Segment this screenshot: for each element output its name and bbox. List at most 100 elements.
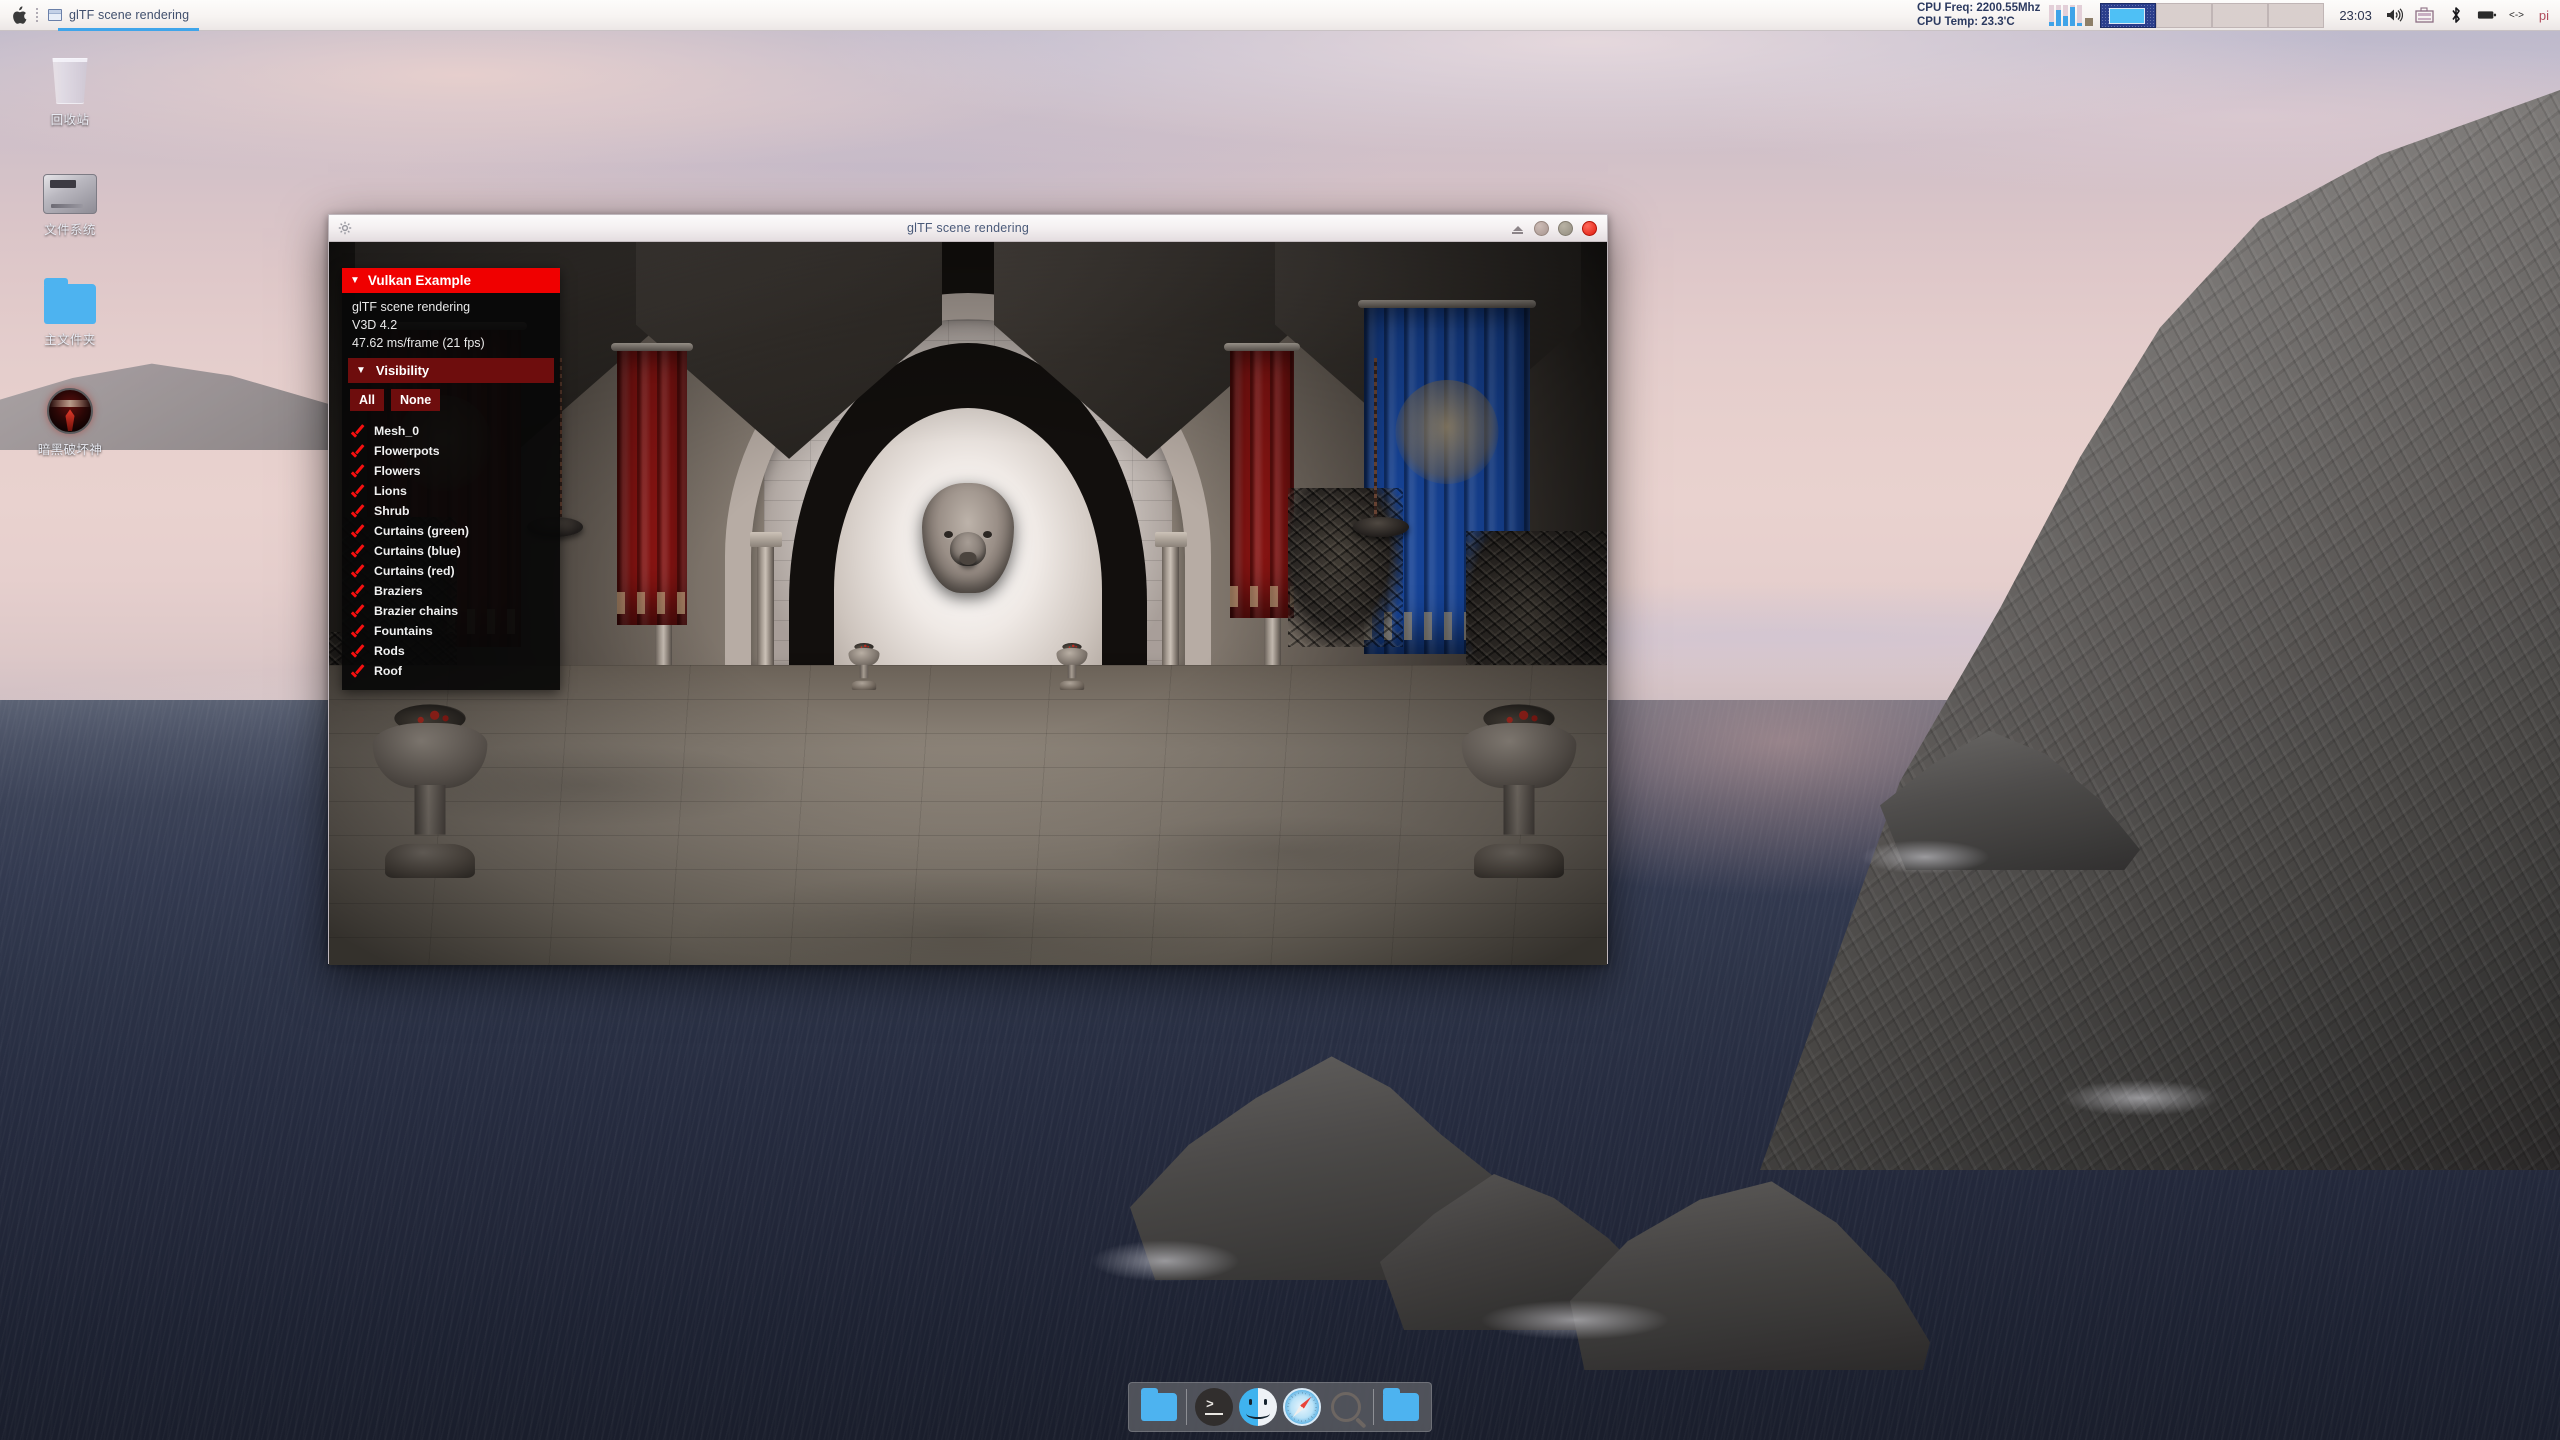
scene-shrub-right2: [1288, 488, 1403, 647]
gear-icon[interactable]: [337, 220, 353, 236]
workspace-pager[interactable]: [2100, 3, 2324, 28]
window-titlebar[interactable]: glTF scene rendering: [329, 215, 1607, 242]
workspace-1[interactable]: [2100, 3, 2156, 28]
scene-lion-relief: [922, 483, 1014, 593]
checkmark-icon[interactable]: [352, 586, 365, 597]
taskbar-window-label: glTF scene rendering: [69, 8, 189, 22]
dock-terminal[interactable]: >: [1192, 1386, 1236, 1428]
workspace-4[interactable]: [2268, 3, 2324, 28]
vulkan-panel-title: Vulkan Example: [368, 273, 471, 288]
visibility-item-flowerpots[interactable]: Flowerpots: [342, 441, 560, 461]
dock-finder[interactable]: [1236, 1386, 1280, 1428]
vulkan-overlay-panel[interactable]: ▼ Vulkan Example glTF scene rendering V3…: [342, 268, 560, 690]
scene-curtain-red-left2: [617, 350, 687, 625]
checkmark-icon[interactable]: [352, 666, 365, 677]
minimize-button[interactable]: [1534, 221, 1549, 236]
taskbar-active-indicator: [58, 28, 199, 31]
visibility-item-label: Curtains (blue): [374, 544, 461, 558]
visibility-item-rods[interactable]: Rods: [342, 641, 560, 661]
cpu-usage-graph[interactable]: [2045, 4, 2097, 26]
triangle-down-icon-visibility[interactable]: ▼: [356, 366, 366, 376]
finder-icon: [1239, 1388, 1277, 1426]
wallpaper-foam-d: [2060, 1080, 2220, 1116]
checkmark-icon[interactable]: [352, 426, 365, 437]
render-viewport[interactable]: ▼ Vulkan Example glTF scene rendering V3…: [329, 242, 1607, 965]
workspace-window-thumb: [2109, 8, 2145, 24]
checkmark-icon[interactable]: [352, 606, 365, 617]
taskbar-window-button[interactable]: glTF scene rendering: [42, 0, 199, 31]
wallpaper-foam-c: [1860, 840, 1990, 874]
visibility-item-curtains-green[interactable]: Curtains (green): [342, 521, 560, 541]
scene-flowerpot-front-right: [1462, 705, 1577, 879]
wallpaper-foam-b: [1480, 1300, 1670, 1340]
dock-search[interactable]: [1324, 1386, 1368, 1428]
bluetooth-icon[interactable]: [2446, 5, 2466, 25]
visibility-item-lions[interactable]: Lions: [342, 481, 560, 501]
select-none-button[interactable]: None: [391, 389, 440, 411]
close-button[interactable]: [1582, 221, 1597, 236]
visibility-item-brazier-chains[interactable]: Brazier chains: [342, 601, 560, 621]
dock-folder-right[interactable]: [1379, 1386, 1423, 1428]
svg-text:<->: <->: [2509, 10, 2524, 21]
checkmark-icon[interactable]: [352, 446, 365, 457]
diablo-icon: [18, 378, 122, 434]
maximize-button[interactable]: [1558, 221, 1573, 236]
checkmark-icon[interactable]: [352, 466, 365, 477]
visibility-item-curtains-red[interactable]: Curtains (red): [342, 561, 560, 581]
visibility-item-label: Flowers: [374, 464, 420, 478]
checkmark-icon[interactable]: [352, 626, 365, 637]
volume-icon[interactable]: [2384, 5, 2404, 25]
visibility-item-label: Brazier chains: [374, 604, 458, 618]
cpu-temp-label: CPU Temp: 23.3'C: [1917, 15, 2040, 29]
checkmark-icon[interactable]: [352, 546, 365, 557]
dock: >: [1128, 1382, 1432, 1432]
visibility-item-label: Curtains (red): [374, 564, 455, 578]
visibility-item-shrub[interactable]: Shrub: [342, 501, 560, 521]
tray-pin-icon: [2085, 18, 2093, 26]
dock-separator-left: [1186, 1389, 1187, 1425]
select-all-button[interactable]: All: [350, 389, 384, 411]
checkmark-icon[interactable]: [352, 486, 365, 497]
trash-icon: [18, 48, 122, 104]
desktop-icon-home[interactable]: 主文件夹: [18, 268, 122, 348]
application-window[interactable]: glTF scene rendering: [328, 214, 1608, 964]
scene-floor-shading: [329, 665, 1607, 965]
folder-icon: [1383, 1393, 1419, 1421]
checkmark-icon[interactable]: [352, 526, 365, 537]
shade-button[interactable]: [1510, 221, 1525, 236]
checkmark-icon[interactable]: [352, 566, 365, 577]
visibility-item-curtains-blue[interactable]: Curtains (blue): [342, 541, 560, 561]
cpu-freq-label: CPU Freq: 2200.55Mhz: [1917, 1, 2040, 15]
vulkan-panel-header[interactable]: ▼ Vulkan Example: [342, 268, 560, 293]
checkmark-icon[interactable]: [352, 646, 365, 657]
visibility-item-label: Braziers: [374, 584, 423, 598]
window-controls: [1510, 221, 1607, 236]
visibility-item-braziers[interactable]: Braziers: [342, 581, 560, 601]
visibility-item-label: Lions: [374, 484, 407, 498]
triangle-down-icon[interactable]: ▼: [350, 276, 360, 286]
visibility-item-flowers[interactable]: Flowers: [342, 461, 560, 481]
dock-folder-left[interactable]: [1137, 1386, 1181, 1428]
workspace-3[interactable]: [2212, 3, 2268, 28]
visibility-item-label: Flowerpots: [374, 444, 440, 458]
checkmark-icon[interactable]: [352, 506, 365, 517]
dock-safari[interactable]: [1280, 1386, 1324, 1428]
desktop-icon-diablo[interactable]: 暗黑破坏神: [18, 378, 122, 458]
visibility-item-fountains[interactable]: Fountains: [342, 621, 560, 641]
visibility-section-header[interactable]: ▼ Visibility: [348, 358, 554, 383]
battery-icon[interactable]: [2477, 5, 2497, 25]
apple-logo-icon[interactable]: [6, 6, 32, 25]
scene-flowerpot-mid-left: [849, 643, 880, 690]
network-icon[interactable]: <->: [2508, 5, 2528, 25]
keyboard-icon[interactable]: [2415, 5, 2435, 25]
clock[interactable]: 23:03: [2327, 8, 2384, 23]
visibility-item-roof[interactable]: Roof: [342, 661, 560, 681]
terminal-icon: >: [1195, 1388, 1233, 1426]
workspace-2[interactable]: [2156, 3, 2212, 28]
visibility-item-mesh-0[interactable]: Mesh_0: [342, 421, 560, 441]
panel-drag-handle[interactable]: [32, 6, 42, 24]
desktop-icon-trash[interactable]: 回收站: [18, 48, 122, 128]
wallpaper-foam-a: [1090, 1240, 1240, 1282]
user-label[interactable]: pi: [2539, 8, 2553, 23]
desktop-icon-filesystem[interactable]: 文件系统: [18, 158, 122, 238]
